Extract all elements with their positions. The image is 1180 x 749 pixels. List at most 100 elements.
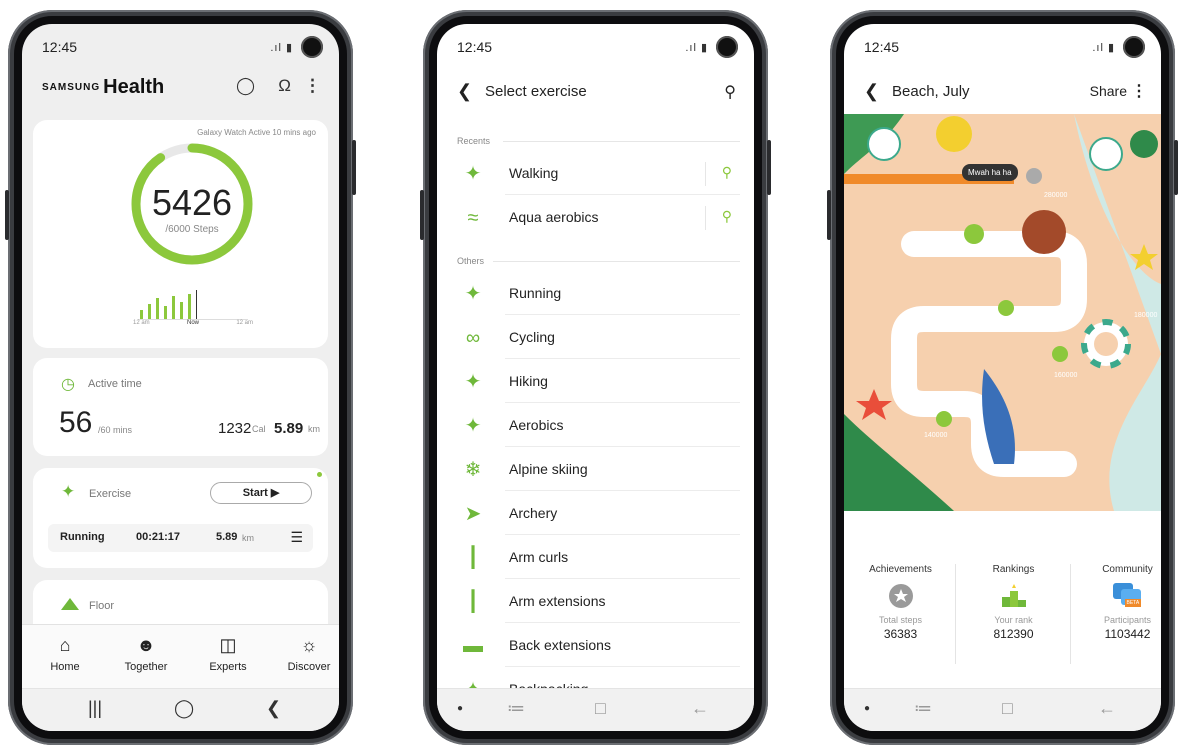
active-goal: /60 mins	[98, 425, 133, 435]
compass-icon: ☼	[300, 635, 318, 655]
your-rank-label: Your rank	[994, 615, 1033, 625]
axis-right-label: 12 am	[236, 320, 253, 326]
tab-together[interactable]: ☻ Together	[106, 635, 186, 673]
distance-unit: km	[308, 424, 320, 434]
status-bar: 12:45 .ıl ▮	[437, 24, 754, 66]
challenge-stats: Achievements Total steps 36383 Rankings …	[844, 564, 1161, 664]
milestone-label: 180000	[1134, 312, 1158, 319]
steps-card[interactable]: Galaxy Watch Active 10 mins ago 5426 /60…	[33, 120, 328, 348]
exercise-label: Aqua aerobics	[509, 209, 599, 225]
others-header: Others	[457, 256, 485, 266]
exercise-row-back-extensions[interactable]: ▬ Back extensions	[437, 624, 754, 667]
exercise-label: Running	[509, 285, 562, 301]
exercise-title: Exercise	[89, 488, 132, 500]
exercise-row-arm-extensions[interactable]: ┃ Arm extensions	[437, 580, 754, 623]
milestone-label: 160000	[1054, 372, 1078, 379]
hiking-icon: ✦	[464, 371, 482, 393]
exercise-row-arm-curls[interactable]: ┃ Arm curls	[437, 536, 754, 579]
status-time: 12:45	[457, 39, 493, 55]
nav-dot-icon[interactable]: ●	[864, 703, 870, 714]
exercise-row-alpine-skiing[interactable]: ❄ Alpine skiing	[437, 448, 754, 491]
share-button[interactable]: Share	[1090, 83, 1127, 99]
recents-nav-icon[interactable]: |||	[88, 698, 102, 719]
back-nav-icon[interactable]: ←	[1098, 698, 1116, 719]
your-rank-value: 812390	[993, 627, 1034, 641]
histogram-bar	[148, 304, 151, 320]
start-exercise-button[interactable]: Start ▶	[210, 482, 312, 504]
pin-icon[interactable]: ⚲	[722, 164, 732, 181]
achievements-panel[interactable]: Achievements Total steps 36383	[848, 564, 953, 641]
divider	[505, 534, 740, 535]
status-bar: 12:45 .ıl ▮	[844, 24, 1161, 66]
signal-battery-icon: .ıl ▮	[685, 42, 708, 54]
running-icon: ✦	[61, 482, 76, 501]
more-menu-icon[interactable]: ⋮	[304, 76, 321, 96]
home-nav-icon[interactable]: ◯	[174, 698, 194, 719]
signal-battery-icon: .ıl ▮	[270, 42, 293, 54]
tab-discover[interactable]: ☼ Discover	[269, 635, 339, 673]
distance-value: 5.89	[274, 420, 304, 437]
nav-dot-icon[interactable]: ●	[457, 703, 463, 714]
home-icon: ⌂	[59, 635, 71, 655]
steps-count: 5426	[151, 182, 233, 223]
swimming-icon: ≈	[467, 207, 479, 229]
rankings-panel[interactable]: Rankings Your rank 812390	[961, 564, 1066, 641]
divider	[505, 446, 740, 447]
active-time-card[interactable]: ◷ Active time 56 /60 mins 1232 Cal 5.89 …	[33, 358, 328, 456]
aerobics-icon: ✦	[464, 415, 482, 437]
phone-samsung-health-home: 12:45 .ıl ▮ SAMSUNG Health ◯ Ω ⋮ Galaxy W…	[5, 10, 356, 745]
active-minutes: 56	[59, 406, 93, 439]
pin-icon[interactable]: ⚲	[722, 208, 732, 225]
list-icon[interactable]: ☰	[290, 529, 303, 546]
back-nav-icon[interactable]: ←	[691, 698, 709, 719]
divider	[955, 564, 956, 664]
community-panel[interactable]: Community BETA Participants 1103442	[1075, 564, 1161, 641]
more-menu-icon[interactable]: ⋮	[1131, 81, 1147, 101]
challenge-map[interactable]: Mwah ha ha 280000 220000 180000 160000 1…	[844, 114, 1161, 511]
search-icon[interactable]: ⚲	[724, 82, 736, 102]
calories-value: 1232	[218, 420, 252, 437]
tab-experts[interactable]: ◫ Experts	[188, 635, 268, 673]
total-steps-value: 36383	[883, 627, 918, 641]
histogram-bar	[164, 306, 167, 320]
exercise-card[interactable]: ✦ Exercise Start ▶ Running 00:21:17 5.89…	[33, 468, 328, 568]
divider	[493, 261, 740, 262]
system-nav-bar: ● ≔ □ ←	[844, 688, 1161, 731]
back-nav-icon[interactable]: ❮	[266, 698, 281, 719]
exercise-row-archery[interactable]: ➤ Archery	[437, 492, 754, 535]
bottom-tab-bar: ⌂ Home ☻ Together ◫ Experts ☼ Discover	[22, 624, 339, 689]
exercise-row-walking[interactable]: ✦ Walking ⚲	[437, 152, 754, 195]
tips-bulb-icon[interactable]: ◯	[236, 76, 255, 96]
now-marker	[196, 290, 197, 320]
skiing-icon: ❄	[464, 459, 482, 481]
active-time-title: Active time	[88, 378, 142, 390]
steps-histogram	[138, 290, 248, 320]
community-title: Community	[1102, 564, 1153, 575]
back-arrow-icon[interactable]: ❮	[457, 81, 472, 102]
home-nav-icon[interactable]: □	[595, 698, 606, 719]
divider	[505, 578, 740, 579]
recent-exercise-row[interactable]: Running 00:21:17 5.89 km ☰	[48, 524, 313, 552]
exercise-row-running[interactable]: ✦ Running	[437, 272, 754, 315]
exercise-row-cycling[interactable]: ∞ Cycling	[437, 316, 754, 359]
back-arrow-icon[interactable]: ❮	[864, 81, 879, 102]
watch-sync-note: Galaxy Watch Active 10 mins ago	[197, 128, 316, 137]
exercise-label: Aerobics	[509, 417, 564, 433]
exercise-label: Back extensions	[509, 637, 611, 653]
divider	[705, 206, 706, 230]
exercise-row-aerobics[interactable]: ✦ Aerobics	[437, 404, 754, 447]
back-extensions-icon: ▬	[463, 635, 483, 657]
exercise-label: Hiking	[509, 373, 548, 389]
divider	[705, 162, 706, 186]
exercise-row-aqua-aerobics[interactable]: ≈ Aqua aerobics ⚲	[437, 196, 754, 239]
recents-nav-icon[interactable]: ≔	[507, 698, 525, 719]
tab-home[interactable]: ⌂ Home	[25, 635, 105, 673]
beta-badge: BETA	[1124, 599, 1142, 607]
page-title: Select exercise	[485, 83, 587, 100]
system-nav-bar: ||| ◯ ❮	[22, 688, 339, 731]
recents-nav-icon[interactable]: ≔	[914, 698, 932, 719]
profile-icon[interactable]: Ω	[278, 76, 291, 96]
home-nav-icon[interactable]: □	[1002, 698, 1013, 719]
exercise-row-hiking[interactable]: ✦ Hiking	[437, 360, 754, 403]
run-distance: 5.89	[216, 531, 238, 543]
